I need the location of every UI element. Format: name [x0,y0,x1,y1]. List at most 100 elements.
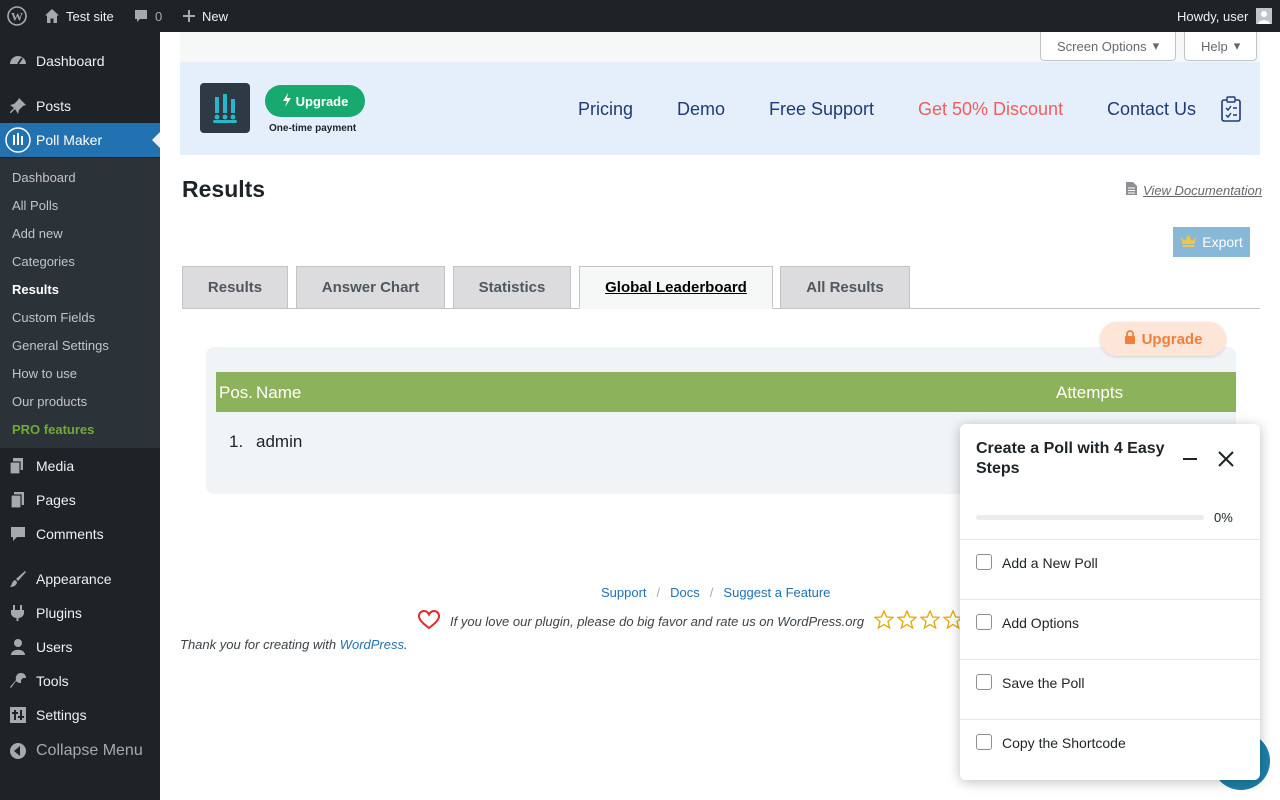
step-add-new-poll[interactable]: Add a New Poll [960,539,1260,599]
submenu-pro-features[interactable]: PRO features [12,422,94,437]
sidebar-item-posts[interactable]: Posts [0,89,160,123]
plus-icon [182,9,196,23]
submenu-dashboard[interactable]: Dashboard [12,170,76,185]
tab-global-leaderboard[interactable]: Global Leaderboard [579,266,773,309]
step-label: Save the Poll [1002,675,1085,691]
sidebar-item-users[interactable]: Users [0,630,160,664]
step-copy-shortcode[interactable]: Copy the Shortcode [960,719,1260,779]
caret-down-icon: ▾ [1152,38,1160,53]
nav-free-support[interactable]: Free Support [769,99,874,120]
step-label: Copy the Shortcode [1002,735,1126,751]
nav-contact-us[interactable]: Contact Us [1107,99,1196,120]
site-name: Test site [66,8,114,24]
page-title: Results [182,176,266,202]
collapse-menu-button[interactable]: Collapse Menu [0,734,160,768]
heart-icon [417,609,441,633]
nav-discount[interactable]: Get 50% Discount [918,99,1063,120]
dashboard-icon [0,52,36,70]
plugin-header: Upgrade One-time payment Pricing Demo Fr… [180,62,1260,155]
lock-icon [1124,329,1136,349]
sidebar-item-poll-maker[interactable]: Poll Maker [0,123,160,157]
account-menu[interactable]: Howdy, user [1177,0,1273,32]
plug-icon [0,604,36,622]
view-documentation-label: View Documentation [1143,182,1262,198]
step-checkbox[interactable] [976,554,992,570]
tab-answer-chart[interactable]: Answer Chart [296,266,445,309]
avatar [1256,8,1273,24]
tab-results[interactable]: Results [182,266,288,309]
submenu-our-products[interactable]: Our products [12,394,87,409]
header-upgrade-button[interactable]: Upgrade [265,85,365,117]
sidebar-item-plugins[interactable]: Plugins [0,596,160,630]
step-label: Add a New Poll [1002,555,1098,571]
wordpress-link[interactable]: WordPress [340,637,404,652]
site-name-link[interactable]: Test site [44,0,114,32]
footer-docs-link[interactable]: Docs [670,585,700,600]
sidebar-item-label: Plugins [36,605,82,621]
step-checkbox[interactable] [976,674,992,690]
help-button[interactable]: Help ▾ [1184,32,1258,61]
thanks-prefix: Thank you for creating with [180,637,337,652]
thanks-suffix: . [404,637,408,652]
sidebar-item-label: Tools [36,673,69,689]
onboarding-title: Create a Poll with 4 Easy Steps [976,440,1165,477]
sidebar-item-dashboard[interactable]: Dashboard [0,44,160,78]
sidebar-item-label: Collapse Menu [36,742,143,759]
new-content-link[interactable]: New [182,0,228,32]
export-label: Export [1202,234,1243,250]
progress-bar [976,515,1204,520]
progress-percent: 0% [1214,510,1233,525]
clipboard-icon[interactable] [1220,96,1242,127]
sidebar-item-comments[interactable]: Comments [0,517,160,551]
onboarding-panel: Create a Poll with 4 Easy Steps 0% Add a… [960,424,1260,780]
footer-suggest-link[interactable]: Suggest a Feature [723,585,830,600]
submenu-custom-fields[interactable]: Custom Fields [12,310,95,325]
separator: / [709,585,714,600]
step-save-poll[interactable]: Save the Poll [960,659,1260,719]
footer-thanks: Thank you for creating with WordPress. [180,637,408,652]
export-button[interactable]: Export [1173,227,1250,257]
view-documentation-link[interactable]: View Documentation [1126,182,1262,198]
comment-icon [133,8,149,24]
nav-pricing[interactable]: Pricing [578,99,633,120]
user-icon [0,638,36,656]
poll-maker-logo-icon[interactable] [200,83,250,133]
upgrade-label: Upgrade [295,93,349,109]
tab-all-results[interactable]: All Results [780,266,910,309]
submenu-how-to-use[interactable]: How to use [12,366,77,381]
screen-options-button[interactable]: Screen Options ▾ [1040,32,1177,61]
sidebar-item-media[interactable]: Media [0,449,160,483]
sidebar-item-label: Comments [36,526,104,542]
sidebar-item-appearance[interactable]: Appearance [0,562,160,596]
wrench-icon [0,672,36,690]
star-icon[interactable] [919,609,941,633]
column-pos: Pos. [219,383,254,402]
poll-icon [0,127,36,153]
step-checkbox[interactable] [976,734,992,750]
submenu-add-new[interactable]: Add new [12,226,63,241]
step-checkbox[interactable] [976,614,992,630]
sidebar-item-settings[interactable]: Settings [0,698,160,732]
sidebar-item-tools[interactable]: Tools [0,664,160,698]
help-label: Help [1201,38,1228,54]
submenu-categories[interactable]: Categories [12,254,75,269]
column-name: Name [256,383,302,402]
footer-support-link[interactable]: Support [601,585,647,600]
sidebar-item-label: Pages [36,492,76,508]
wordpress-logo-icon[interactable]: W [7,0,27,32]
close-button[interactable] [1214,449,1238,473]
nav-demo[interactable]: Demo [677,99,725,120]
submenu-results[interactable]: Results [12,282,59,297]
star-icon[interactable] [896,609,918,633]
leaderboard-upgrade-button[interactable]: Upgrade [1100,322,1226,356]
separator: / [656,585,661,600]
active-indicator [152,132,160,148]
comments-link[interactable]: 0 [133,0,162,32]
sidebar-item-pages[interactable]: Pages [0,483,160,517]
submenu-all-polls[interactable]: All Polls [12,198,58,213]
star-icon[interactable] [873,609,895,633]
step-add-options[interactable]: Add Options [960,599,1260,659]
tab-statistics[interactable]: Statistics [453,266,571,309]
minimize-button[interactable] [1178,449,1202,473]
submenu-general-settings[interactable]: General Settings [12,338,109,353]
